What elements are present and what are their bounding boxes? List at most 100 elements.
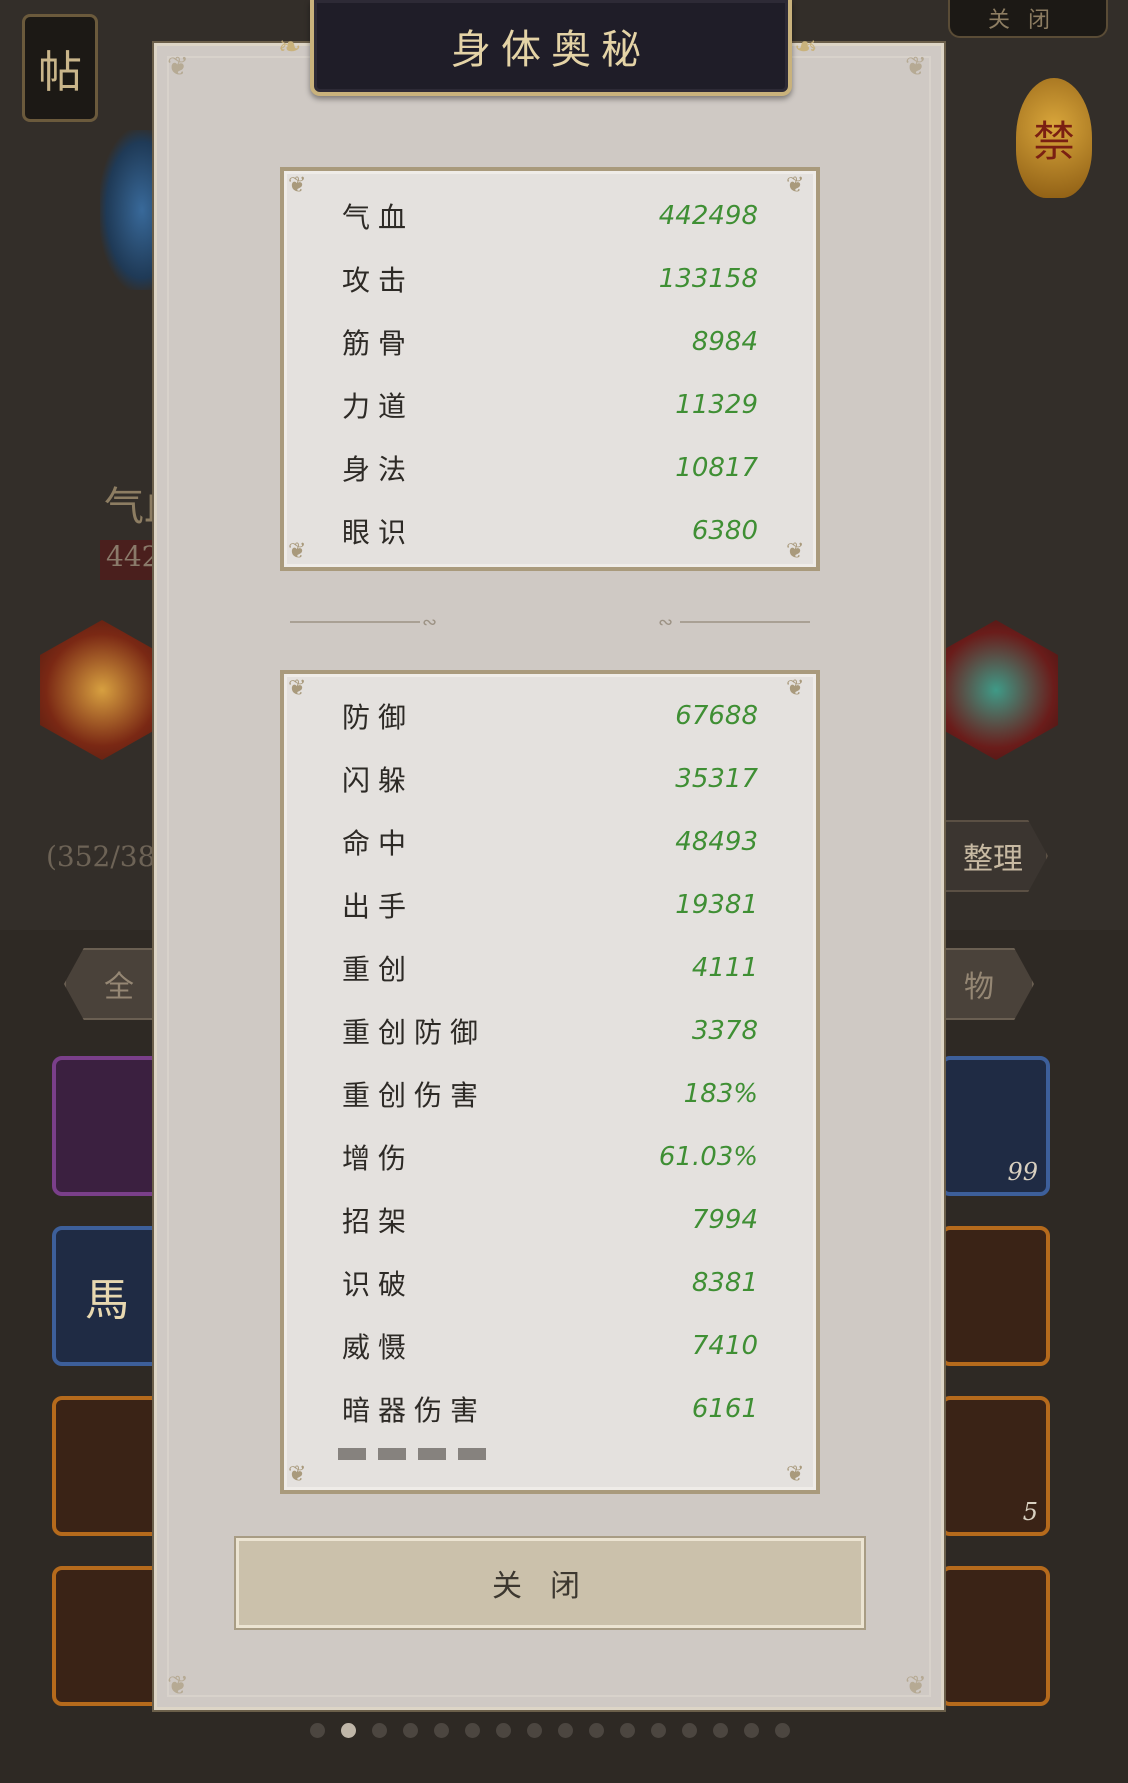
inventory-slot-book[interactable] <box>52 1396 162 1536</box>
stat-value: 4111 <box>691 953 758 983</box>
title-left-ornament-icon: ❧ <box>278 30 302 63</box>
corner-ornament-icon: ❦ <box>786 539 805 564</box>
stat-label: 重创 <box>342 953 415 986</box>
close-button-label: 关闭 <box>492 1569 608 1604</box>
stat-value: 6380 <box>691 516 758 546</box>
corner-ornament-icon: ❦ <box>288 676 307 701</box>
stat-label: 招架 <box>342 1205 415 1238</box>
stat-row: 暗器伤害 6161 <box>342 1389 758 1429</box>
stat-label: 力道 <box>342 390 415 423</box>
stat-row: 识破 8381 <box>342 1263 758 1303</box>
stat-label: 身法 <box>342 453 415 486</box>
stat-value: 7994 <box>691 1205 758 1235</box>
stat-row: 重创伤害 183% <box>342 1074 758 1114</box>
page-dot[interactable] <box>744 1723 759 1738</box>
stat-row: 气血 442498 <box>342 196 758 236</box>
stat-label: 重创伤害 <box>342 1079 487 1112</box>
stat-row: 力道 11329 <box>342 385 758 425</box>
stat-value: 6161 <box>691 1394 758 1424</box>
stat-value: 11329 <box>675 390 758 420</box>
stat-row: 身法 10817 <box>342 448 758 488</box>
stat-label: 筋骨 <box>342 327 415 360</box>
stat-value: 8984 <box>691 327 758 357</box>
page-dot[interactable] <box>651 1723 666 1738</box>
stat-row: 眼识 6380 <box>342 511 758 551</box>
stat-row: 重创 4111 <box>342 948 758 988</box>
inventory-slot-horse[interactable]: 馬 <box>52 1226 162 1366</box>
inventory-slot-book[interactable] <box>940 1566 1050 1706</box>
modal-title-plate: 身体奥秘 <box>310 0 792 96</box>
secondary-stats-scroll-panel[interactable]: ❦ ❦ ❦ ❦ 防御 67688 闪躲 35317 命中 48493 出手 19… <box>280 670 820 1494</box>
corner-ornament-icon: ❦ <box>288 539 307 564</box>
inventory-slot-scroll[interactable]: 99 <box>940 1056 1050 1196</box>
title-right-ornament-icon: ❧ <box>794 30 818 63</box>
section-divider: ∾ ∾ <box>290 612 810 633</box>
inventory-slot-book[interactable]: 5 <box>940 1396 1050 1536</box>
page-dot[interactable] <box>372 1723 387 1738</box>
page-dot[interactable] <box>558 1723 573 1738</box>
stat-value: 3378 <box>691 1016 758 1046</box>
page-dot[interactable] <box>341 1723 356 1738</box>
page-dot[interactable] <box>620 1723 635 1738</box>
stat-value: 7410 <box>691 1331 758 1361</box>
stat-value: 8381 <box>691 1268 758 1298</box>
page-indicator <box>310 1723 790 1738</box>
stat-label: 识破 <box>342 1268 415 1301</box>
stat-label: 防御 <box>342 701 415 734</box>
divider-ornament-icon: ∾ <box>658 612 674 633</box>
close-button[interactable]: 关闭 <box>234 1536 866 1630</box>
corner-ornament-icon: ❦ <box>786 173 805 198</box>
inventory-slot-scroll[interactable] <box>940 1226 1050 1366</box>
clipped-next-row <box>338 1448 762 1460</box>
stat-value: 61.03% <box>658 1142 758 1172</box>
page-dot[interactable] <box>434 1723 449 1738</box>
stat-row: 命中 48493 <box>342 822 758 862</box>
stat-row: 防御 67688 <box>342 696 758 736</box>
stat-label: 重创防御 <box>342 1016 487 1049</box>
banned-emblem-icon[interactable]: 禁 <box>1016 78 1092 198</box>
corner-ornament-icon: ❦ <box>288 173 307 198</box>
stat-value: 133158 <box>658 264 758 294</box>
divider-line <box>290 621 420 623</box>
page-dot[interactable] <box>775 1723 790 1738</box>
stat-value: 35317 <box>675 764 758 794</box>
corner-ornament-icon: ❦ <box>786 1462 805 1487</box>
stat-label: 闪躲 <box>342 764 415 797</box>
page-dot[interactable] <box>527 1723 542 1738</box>
slot-quantity: 5 <box>1022 1498 1038 1526</box>
stat-row: 威慑 7410 <box>342 1326 758 1366</box>
modal-title: 身体奥秘 <box>451 27 651 73</box>
page-dot[interactable] <box>682 1723 697 1738</box>
page-dot[interactable] <box>496 1723 511 1738</box>
top-right-button[interactable]: 关闭 <box>948 0 1108 38</box>
stat-label: 眼识 <box>342 516 415 549</box>
stat-value: 48493 <box>675 827 758 857</box>
stat-label: 出手 <box>342 890 415 923</box>
page-dot[interactable] <box>310 1723 325 1738</box>
page-dot[interactable] <box>713 1723 728 1738</box>
inventory-slot-jade[interactable] <box>52 1056 162 1196</box>
stat-row: 重创防御 3378 <box>342 1011 758 1051</box>
post-button[interactable]: 帖 <box>22 14 98 122</box>
stat-value: 67688 <box>675 701 758 731</box>
stat-label: 攻击 <box>342 264 415 297</box>
corner-ornament-icon: ❦ <box>167 52 189 82</box>
stat-value: 442498 <box>658 201 758 231</box>
inventory-slot-book[interactable] <box>52 1566 162 1706</box>
stat-row: 攻击 133158 <box>342 259 758 299</box>
page-dot[interactable] <box>589 1723 604 1738</box>
corner-ornament-icon: ❦ <box>786 676 805 701</box>
organize-button[interactable]: 整理 <box>938 820 1048 892</box>
divider-line <box>680 621 810 623</box>
stat-label: 气血 <box>342 201 415 234</box>
stat-value: 19381 <box>675 890 758 920</box>
corner-ornament-icon: ❦ <box>905 52 927 82</box>
slot-quantity: 99 <box>1007 1158 1038 1186</box>
page-dot[interactable] <box>403 1723 418 1738</box>
stat-label: 增伤 <box>342 1142 415 1175</box>
stat-row: 出手 19381 <box>342 885 758 925</box>
page-dot[interactable] <box>465 1723 480 1738</box>
stat-label: 暗器伤害 <box>342 1394 487 1427</box>
primary-stats-panel: ❦ ❦ ❦ ❦ 气血 442498 攻击 133158 筋骨 8984 力道 1… <box>280 167 820 571</box>
corner-ornament-icon: ❦ <box>167 1671 189 1701</box>
